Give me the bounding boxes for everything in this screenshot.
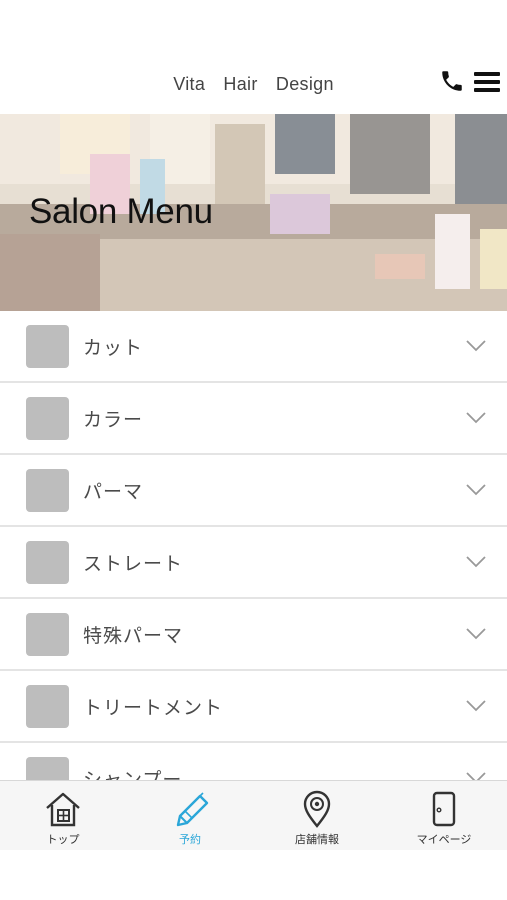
- app-header: Vita Hair Design: [0, 0, 507, 114]
- tab-my-page[interactable]: マイページ: [381, 781, 507, 851]
- menu-item-thumbnail: [26, 469, 69, 512]
- menu-item-label: トリートメント: [83, 697, 224, 719]
- map-pin-icon: [303, 790, 331, 828]
- tab-reservation[interactable]: 予約: [127, 781, 253, 851]
- menu-item-treatment[interactable]: トリートメント: [0, 671, 507, 743]
- phone-icon[interactable]: [439, 68, 465, 94]
- home-icon: [46, 792, 80, 827]
- menu-item-straight[interactable]: ストレート: [0, 527, 507, 599]
- tab-label: マイページ: [416, 833, 472, 846]
- salon-menu-list: カット カラー パーマ ストレート 特殊パーマ トリートメント シャンプー: [0, 311, 507, 780]
- menu-item-thumbnail: [26, 757, 69, 780]
- tab-label: トップ: [46, 833, 80, 846]
- tab-top[interactable]: トップ: [0, 781, 126, 851]
- menu-item-label: カラー: [83, 409, 144, 431]
- menu-item-special-perm[interactable]: 特殊パーマ: [0, 599, 507, 671]
- page-title: Salon Menu: [29, 192, 213, 231]
- chevron-down-icon[interactable]: [465, 699, 487, 713]
- tab-label: 予約: [179, 833, 201, 846]
- menu-item-label: ストレート: [83, 553, 184, 575]
- menu-item-label: パーマ: [83, 481, 144, 503]
- menu-item-cut[interactable]: カット: [0, 311, 507, 383]
- hamburger-menu-icon[interactable]: [474, 70, 500, 94]
- chevron-down-icon[interactable]: [465, 483, 487, 497]
- menu-item-shampoo[interactable]: シャンプー: [0, 743, 507, 780]
- menu-item-color[interactable]: カラー: [0, 383, 507, 455]
- pencil-icon: [176, 792, 209, 827]
- menu-item-thumbnail: [26, 541, 69, 584]
- menu-item-label: カット: [83, 337, 144, 359]
- menu-item-thumbnail: [26, 613, 69, 656]
- hero-banner: Salon Menu: [0, 114, 507, 311]
- menu-item-label: シャンプー: [83, 769, 183, 780]
- brand-title: Vita Hair Design: [173, 74, 334, 94]
- chevron-down-icon[interactable]: [465, 411, 487, 425]
- menu-item-thumbnail: [26, 397, 69, 440]
- tab-label: 店舗情報: [295, 833, 339, 846]
- menu-item-perm[interactable]: パーマ: [0, 455, 507, 527]
- chevron-down-icon[interactable]: [465, 771, 487, 780]
- chevron-down-icon[interactable]: [465, 555, 487, 569]
- chevron-down-icon[interactable]: [465, 627, 487, 641]
- bottom-tab-bar: トップ 予約 店舗情報 マイページ: [0, 780, 507, 850]
- menu-item-label: 特殊パーマ: [83, 625, 184, 647]
- tab-store-info[interactable]: 店舗情報: [254, 781, 380, 851]
- menu-item-thumbnail: [26, 685, 69, 728]
- door-icon: [432, 791, 456, 827]
- menu-item-thumbnail: [26, 325, 69, 368]
- chevron-down-icon[interactable]: [465, 339, 487, 353]
